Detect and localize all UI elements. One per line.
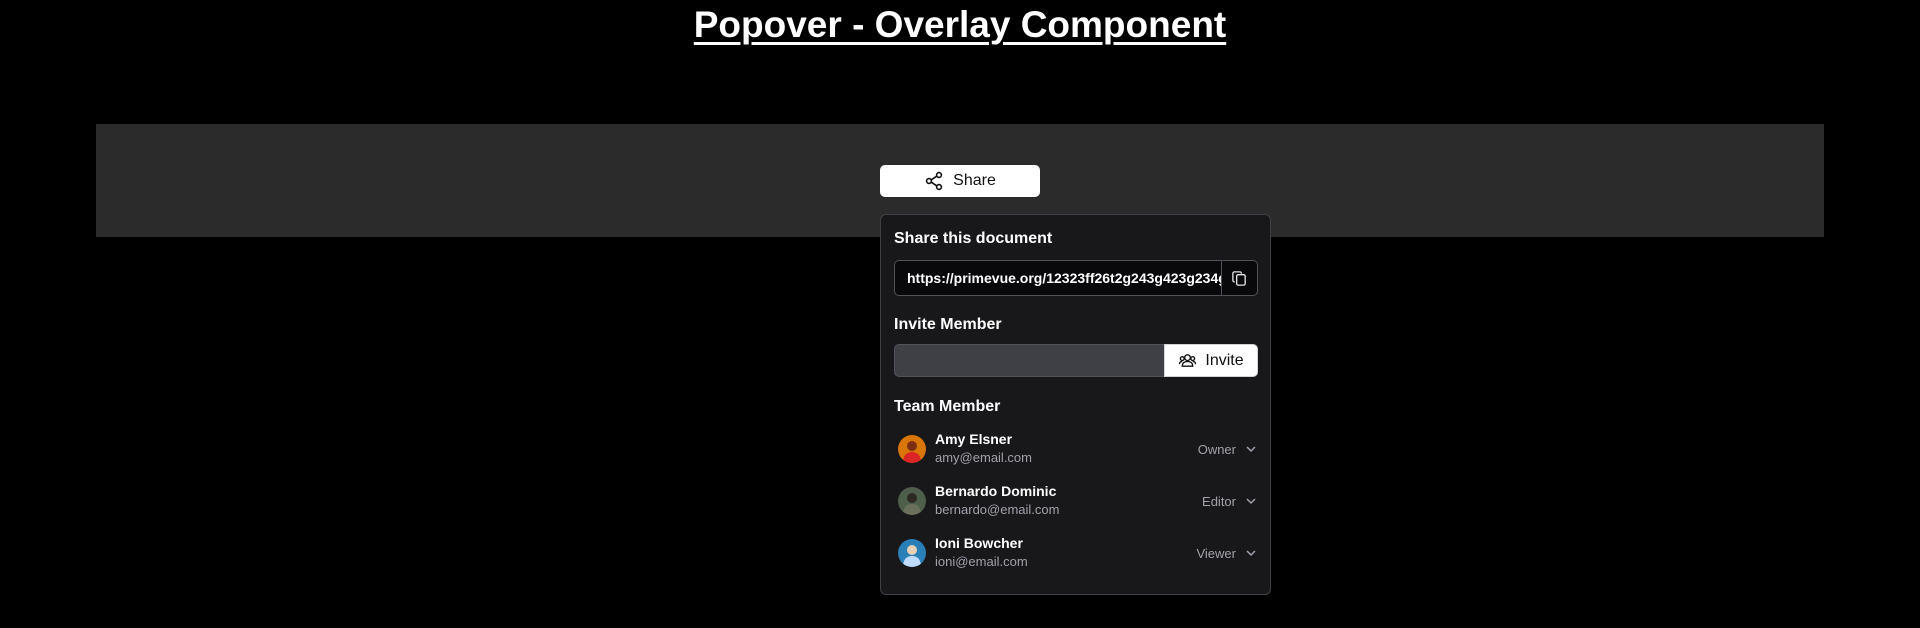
share-button-label: Share [953,172,996,189]
avatar [898,539,926,567]
role-label: Owner [1197,441,1236,457]
member-name: Amy Elsner [935,431,1013,447]
role-select[interactable]: Viewer [1196,541,1258,565]
popover-arrow [921,203,943,214]
avatar [898,435,926,463]
member-email: ioni@email.com [935,554,1028,569]
copy-icon [1232,270,1246,286]
share-button[interactable]: Share [880,165,1040,197]
share-link-group: https://primevue.org/12323ff26t2g243g423… [894,260,1258,296]
member-name: Bernardo Dominic [935,483,1057,499]
member-name: Ioni Bowcher [935,535,1023,551]
share-link-field[interactable]: https://primevue.org/12323ff26t2g243g423… [894,260,1221,296]
member-row: Ioni Bowcher ioni@email.com Viewer [894,533,1258,573]
member-row: Bernardo Dominic bernardo@email.com Edit… [894,481,1258,521]
share-icon [925,171,943,191]
chevron-down-icon [1246,446,1256,453]
avatar [898,487,926,515]
member-email: amy@email.com [935,450,1032,465]
role-label: Editor [1202,493,1236,509]
role-label: Viewer [1196,545,1236,561]
invite-group: Invite [894,344,1258,377]
invite-input[interactable] [894,344,1164,377]
share-popover: Share this document https://primevue.org… [880,214,1271,595]
team-heading: Team Member [894,398,1001,415]
member-row: Amy Elsner amy@email.com Owner [894,429,1258,469]
chevron-down-icon [1246,498,1256,505]
page-title: Popover - Overlay Component [693,4,1227,45]
invite-button-label: Invite [1205,351,1244,369]
invite-heading: Invite Member [894,316,1002,333]
users-icon [1179,354,1197,367]
role-select[interactable]: Editor [1202,489,1258,513]
share-heading: Share this document [894,230,1053,247]
member-email: bernardo@email.com [935,502,1060,517]
chevron-down-icon [1246,550,1256,557]
invite-button[interactable]: Invite [1164,344,1258,377]
role-select[interactable]: Owner [1198,437,1258,461]
copy-link-button[interactable] [1221,260,1258,296]
